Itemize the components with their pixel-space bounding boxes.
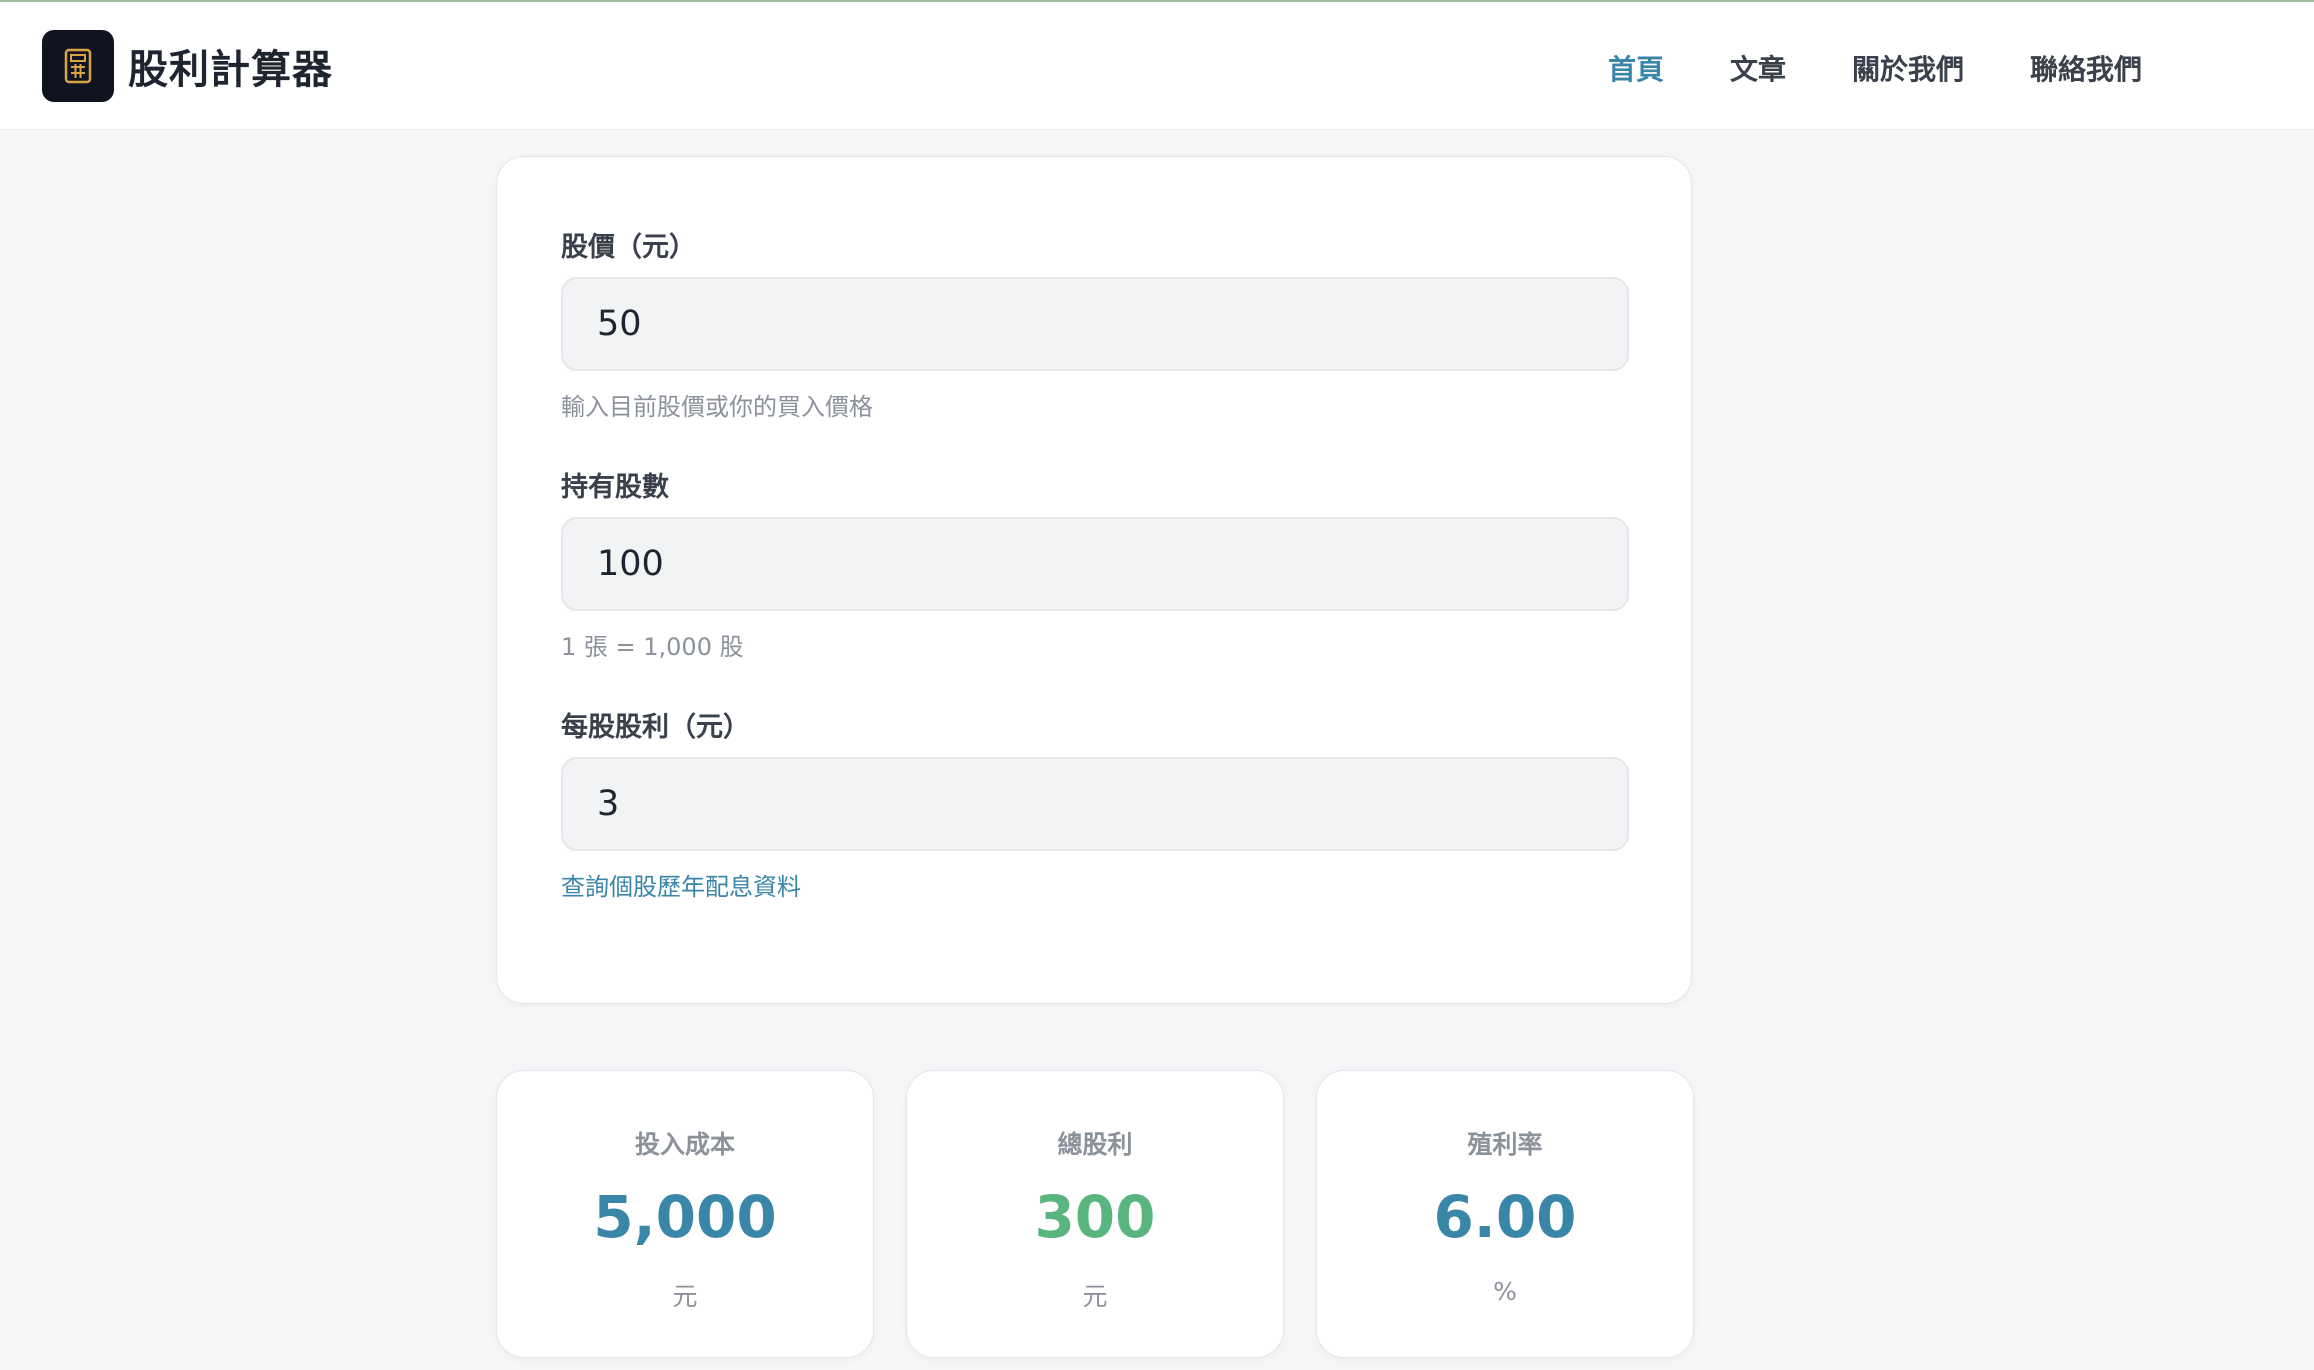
- price-hint: 輸入目前股價或你的買入價格: [561, 393, 873, 421]
- stat-value: 5,000: [593, 1183, 777, 1251]
- price-input[interactable]: [561, 277, 1629, 371]
- stat-card-total-dividend: 總股利 300 元: [906, 1070, 1284, 1358]
- calculator-icon: [42, 30, 114, 102]
- calculator-form: 股價（元） 輸入目前股價或你的買入價格 持有股數 1 張 = 1,000 股 每…: [496, 156, 1692, 1004]
- stat-value: 300: [1034, 1183, 1156, 1251]
- site-title: 股利計算器: [128, 47, 333, 93]
- dividend-label: 每股股利（元）: [561, 712, 750, 743]
- nav-home[interactable]: 首頁: [1608, 48, 1664, 88]
- stat-unit: %: [1493, 1277, 1517, 1306]
- nav-articles[interactable]: 文章: [1730, 48, 1786, 88]
- site-header: 股利計算器 首頁 文章 關於我們 聯絡我們: [0, 2, 2314, 130]
- site-logo[interactable]: 股利計算器: [42, 30, 333, 102]
- dividend-history-link[interactable]: 查詢個股歷年配息資料: [561, 867, 801, 902]
- dividend-input[interactable]: [561, 757, 1629, 851]
- nav-about[interactable]: 關於我們: [1852, 48, 1964, 88]
- stat-label: 總股利: [1057, 1130, 1133, 1159]
- nav-contact[interactable]: 聯絡我們: [2030, 48, 2142, 88]
- stat-value: 6.00: [1433, 1183, 1577, 1251]
- stat-unit: 元: [1082, 1282, 1108, 1311]
- shares-label: 持有股數: [561, 472, 669, 503]
- stat-label: 投入成本: [634, 1130, 735, 1159]
- stat-card-yield: 殖利率 6.00 %: [1316, 1070, 1694, 1358]
- shares-hint: 1 張 = 1,000 股: [561, 633, 744, 661]
- price-label: 股價（元）: [561, 232, 696, 263]
- stat-label: 殖利率: [1467, 1130, 1543, 1159]
- shares-input[interactable]: [561, 517, 1629, 611]
- stat-card-cost: 投入成本 5,000 元: [496, 1070, 874, 1358]
- main-nav: 首頁 文章 關於我們 聯絡我們: [1608, 48, 2208, 88]
- stat-unit: 元: [672, 1282, 698, 1311]
